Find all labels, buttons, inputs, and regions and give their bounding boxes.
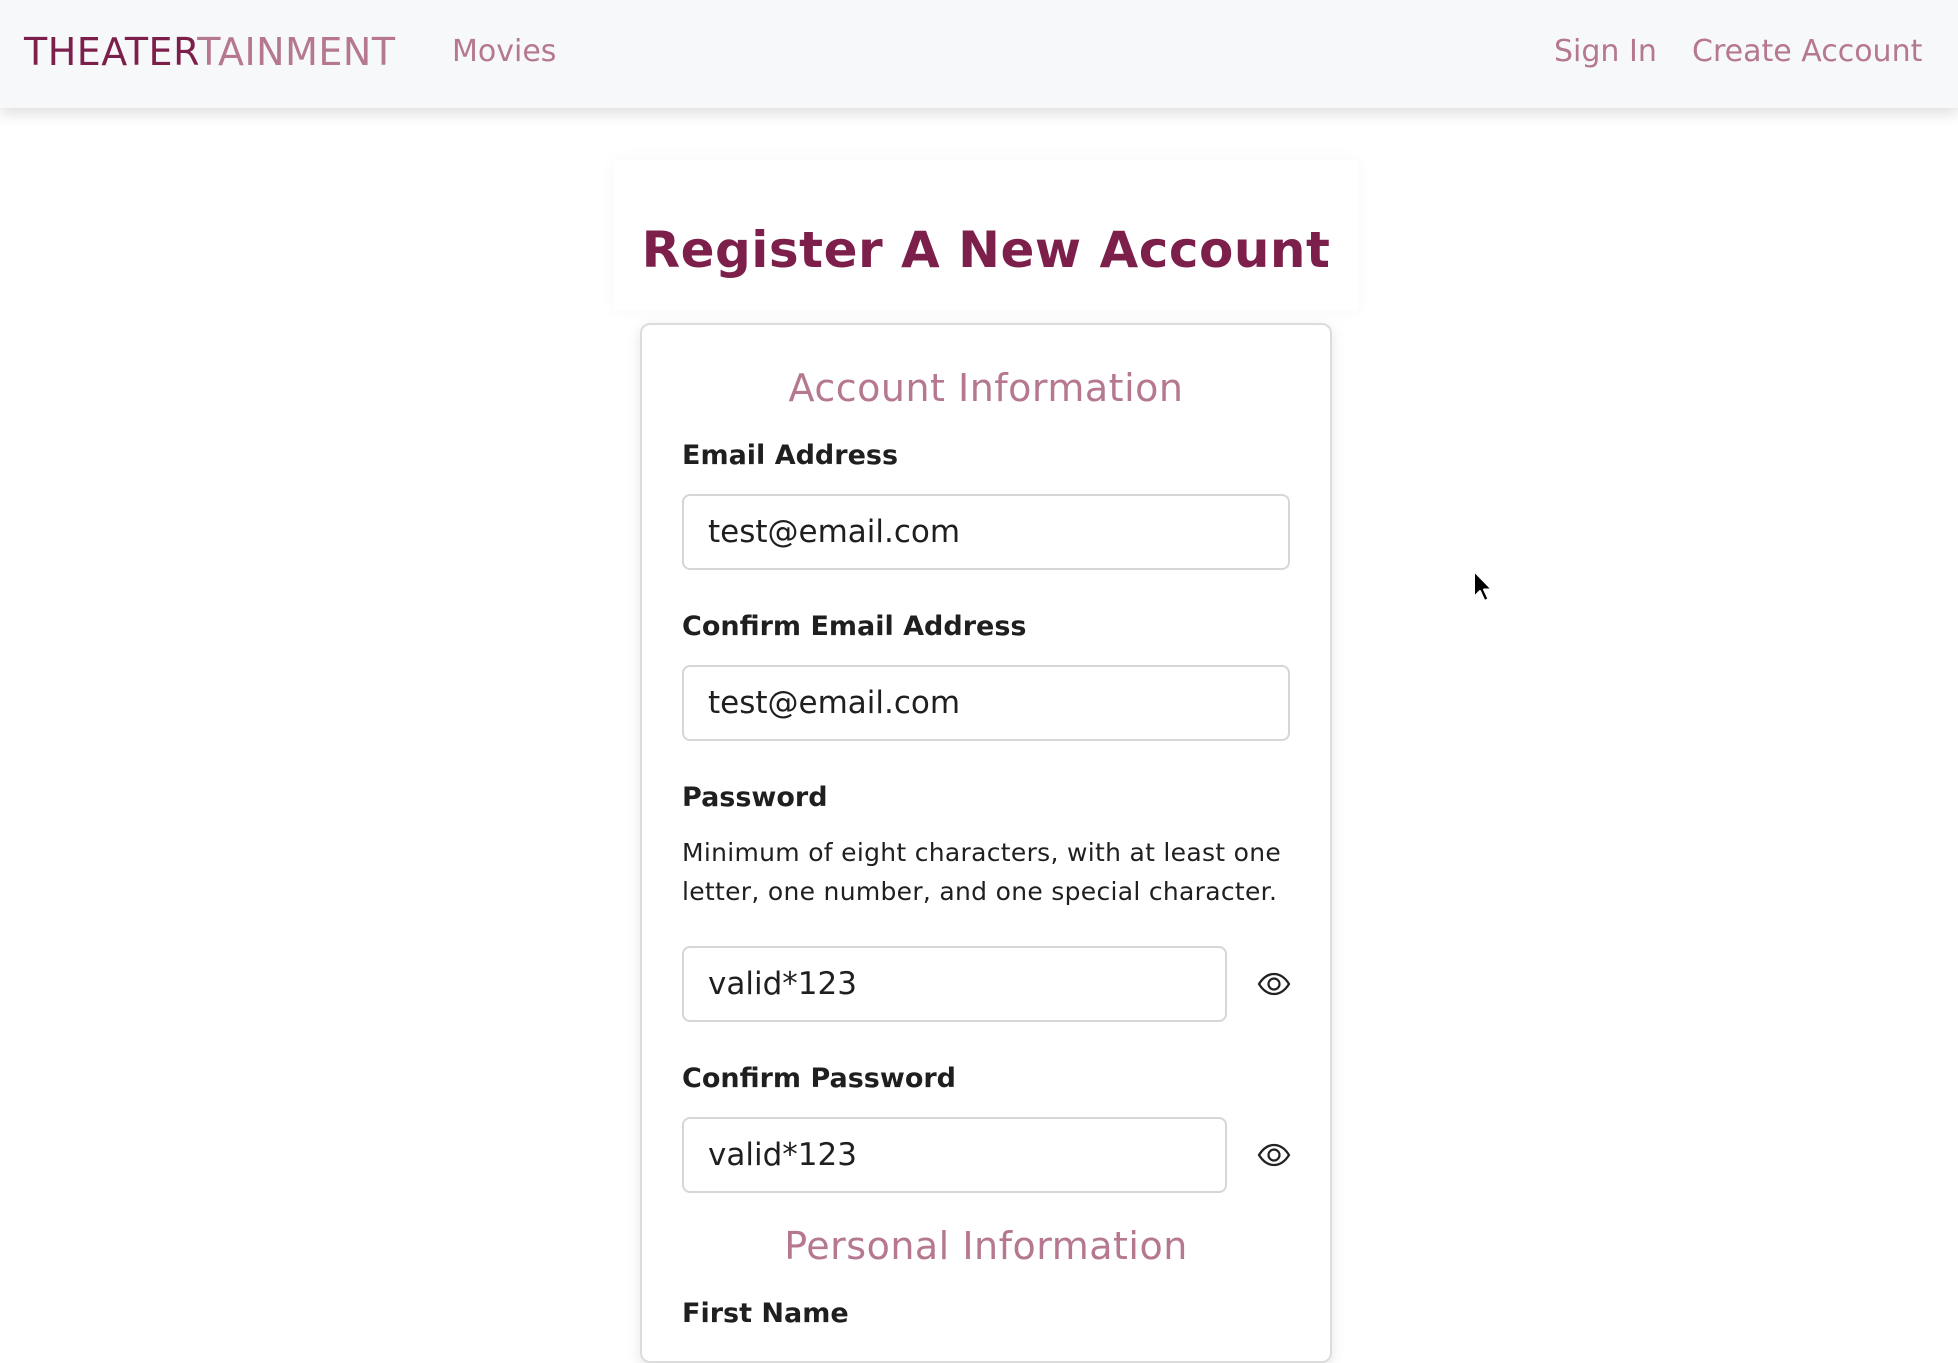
show-password-toggle[interactable]: [1254, 964, 1294, 1004]
nav-movies-link[interactable]: Movies: [452, 32, 556, 72]
confirm-password-label: Confirm Password: [682, 1063, 957, 1094]
brand-primary-text: THEATER: [24, 30, 198, 74]
confirm-password-input[interactable]: [682, 1117, 1227, 1193]
brand-secondary-text: TAINMENT: [197, 30, 396, 74]
top-navbar: THEATERTAINMENT Movies Sign In Create Ac…: [0, 0, 1958, 108]
personal-information-heading: Personal Information: [784, 1224, 1188, 1268]
registration-form-card: Account Information Email Address Confir…: [640, 323, 1332, 1363]
page-title: Register A New Account: [641, 221, 1331, 279]
email-label: Email Address: [682, 440, 899, 471]
account-information-heading: Account Information: [788, 366, 1184, 410]
brand-logo-link[interactable]: THEATERTAINMENT: [24, 28, 396, 76]
password-label: Password: [682, 782, 828, 813]
eye-icon: [1257, 1143, 1291, 1167]
eye-icon: [1257, 972, 1291, 996]
first-name-label: First Name: [682, 1298, 849, 1329]
nav-sign-in-link[interactable]: Sign In: [1554, 32, 1657, 72]
confirm-email-label: Confirm Email Address: [682, 611, 1027, 642]
show-confirm-password-toggle[interactable]: [1254, 1135, 1294, 1175]
mouse-pointer-icon: [1473, 570, 1493, 602]
confirm-email-input[interactable]: [682, 665, 1290, 741]
password-input[interactable]: [682, 946, 1227, 1022]
password-requirements-text: Minimum of eight characters, with at lea…: [682, 838, 1282, 906]
page-header: Register A New Account: [614, 160, 1358, 310]
nav-create-account-link[interactable]: Create Account: [1692, 32, 1922, 72]
email-input[interactable]: [682, 494, 1290, 570]
